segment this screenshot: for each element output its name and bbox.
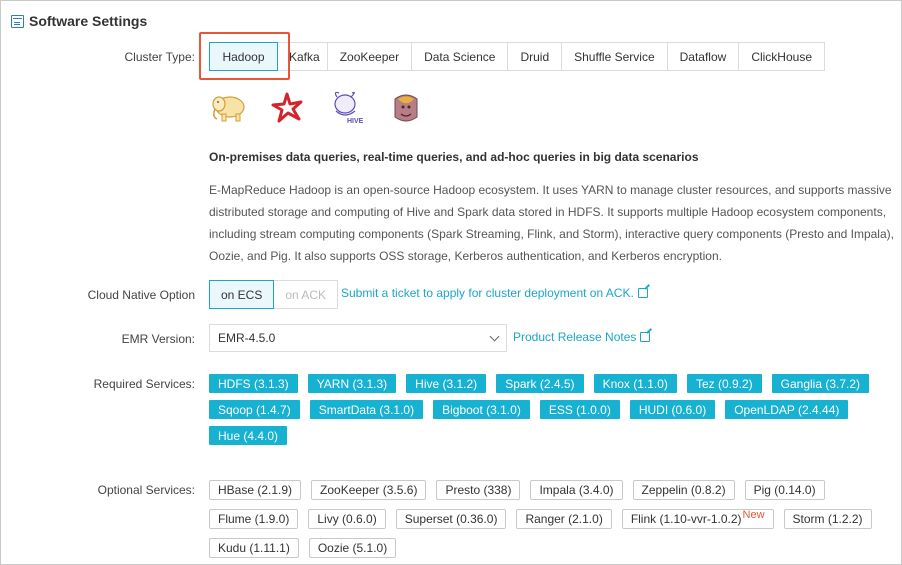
presto-logo: [394, 94, 418, 122]
external-link-icon: [640, 332, 651, 342]
optional-service-chip[interactable]: Flume (1.9.0): [209, 509, 299, 529]
required-services-label: Required Services:: [93, 377, 195, 391]
optional-service-label: Storm (1.2.2): [792, 512, 863, 526]
optional-service-label: Impala (3.4.0): [539, 483, 614, 497]
required-service-chip: Spark (2.4.5): [496, 374, 584, 393]
optional-service-label: Ranger (2.1.0): [525, 512, 603, 526]
option-on-ack[interactable]: on ACK: [274, 280, 339, 309]
cluster-type-label: Cluster Type:: [124, 50, 195, 64]
optional-service-chip[interactable]: Ranger (2.1.0): [516, 509, 612, 529]
cloud-native-toggle: on ECS on ACK: [209, 280, 339, 309]
optional-service-chip[interactable]: Flink (1.10-vvr-1.0.2) New: [621, 509, 774, 529]
optional-services-label: Optional Services:: [97, 483, 195, 497]
optional-service-label: Zeppelin (0.8.2): [641, 483, 726, 497]
required-service-chip: Knox (1.1.0): [593, 374, 677, 393]
optional-service-label: Superset (0.36.0): [404, 512, 498, 526]
submit-ticket-link[interactable]: Submit a ticket to apply for cluster dep…: [341, 286, 648, 300]
optional-service-chip[interactable]: Impala (3.4.0): [530, 480, 623, 500]
optional-service-chip[interactable]: Zeppelin (0.8.2): [632, 480, 735, 500]
required-service-chip: HUDI (0.6.0): [629, 400, 716, 419]
option-on-ecs[interactable]: on ECS: [209, 280, 275, 309]
release-notes-link[interactable]: Product Release Notes: [513, 330, 651, 344]
tab-druid[interactable]: Druid: [508, 42, 563, 71]
emr-version-label: EMR Version:: [121, 332, 195, 346]
required-service-chip: ESS (1.0.0): [539, 400, 620, 419]
hadoop-elephant-logo: [212, 96, 245, 122]
optional-services-list: HBase (2.1.9) ZooKeeper (3.5.6) Presto (33…: [209, 480, 899, 558]
required-service-chip: YARN (3.1.3): [307, 374, 397, 393]
optional-service-chip[interactable]: Storm (1.2.2): [783, 509, 872, 529]
tab-kafka[interactable]: Kafka: [278, 42, 328, 71]
tab-data-science[interactable]: Data Science: [412, 42, 509, 71]
optional-service-chip[interactable]: Pig (0.14.0): [744, 480, 825, 500]
optional-service-chip[interactable]: HBase (2.1.9): [209, 480, 302, 500]
required-service-chip: Ganglia (3.7.2): [771, 374, 870, 393]
svg-text:HIVE: HIVE: [347, 118, 364, 125]
optional-service-chip[interactable]: Oozie (5.1.0): [308, 538, 397, 558]
required-service-chip: OpenLDAP (2.4.44): [725, 400, 849, 419]
optional-service-label: HBase (2.1.9): [218, 483, 293, 497]
chevron-down-icon: [489, 331, 500, 341]
optional-service-label: Oozie (5.1.0): [317, 541, 388, 555]
required-service-chip: Hue (4.4.0): [209, 426, 288, 445]
required-service-chip: Tez (0.9.2): [686, 374, 762, 393]
optional-service-label: Flink (1.10-vvr-1.0.2): [630, 512, 742, 526]
section-header: Software Settings: [11, 13, 147, 29]
optional-service-label: Livy (0.6.0): [317, 512, 377, 526]
required-service-chip: SmartData (3.1.0): [309, 400, 424, 419]
tab-dataflow[interactable]: Dataflow: [667, 42, 740, 71]
tab-zookeeper[interactable]: ZooKeeper: [327, 42, 413, 71]
optional-service-chip[interactable]: Presto (338): [436, 480, 521, 500]
optional-service-chip[interactable]: ZooKeeper (3.5.6): [311, 480, 427, 500]
required-services-list: HDFS (3.1.3) YARN (3.1.3) Hive (3.1.2) Spar…: [209, 374, 899, 445]
cloud-native-label: Cloud Native Option: [87, 288, 195, 302]
cluster-type-tabs: Hadoop Kafka ZooKeeper Data Science Drui…: [209, 42, 825, 71]
section-title: Software Settings: [29, 13, 148, 29]
optional-service-chip[interactable]: Livy (0.6.0): [308, 509, 386, 529]
emr-version-value: EMR-4.5.0: [218, 331, 276, 345]
tab-hadoop[interactable]: Hadoop: [209, 42, 278, 71]
optional-service-chip[interactable]: Superset (0.36.0): [395, 509, 507, 529]
release-notes-link-text[interactable]: Product Release Notes: [513, 330, 636, 344]
tab-shuffle-service[interactable]: Shuffle Service: [562, 42, 668, 71]
optional-service-chip[interactable]: Kudu (1.11.1): [209, 538, 299, 558]
component-logos: HIVE: [209, 89, 425, 127]
cluster-description: E-MapReduce Hadoop is an open-source Had…: [209, 183, 894, 263]
optional-service-label: Flume (1.9.0): [218, 512, 290, 526]
new-badge: New: [742, 509, 765, 521]
emr-version-select[interactable]: EMR-4.5.0: [209, 324, 507, 352]
hive-bee-logo: HIVE: [334, 91, 364, 125]
tab-clickhouse[interactable]: ClickHouse: [739, 42, 825, 71]
required-service-chip: Hive (3.1.2): [406, 374, 487, 393]
required-service-chip: Bigboot (3.1.0): [433, 400, 530, 419]
required-service-chip: HDFS (3.1.3): [209, 374, 298, 393]
cluster-headline: On-premises data queries, real-time quer…: [209, 150, 699, 164]
optional-service-label: Pig (0.14.0): [753, 483, 816, 497]
optional-service-label: ZooKeeper (3.5.6): [320, 483, 418, 497]
optional-service-label: Presto (338): [445, 483, 512, 497]
optional-service-label: Kudu (1.11.1): [218, 541, 290, 555]
external-link-icon: [637, 288, 648, 298]
submit-ticket-link-text[interactable]: Submit a ticket to apply for cluster dep…: [341, 286, 634, 300]
settings-panel-icon: [11, 14, 24, 28]
required-service-chip: Sqoop (1.4.7): [209, 400, 300, 419]
spark-star-logo: [271, 92, 303, 123]
software-settings-panel: Software Settings Cluster Type: Hadoop K…: [0, 0, 902, 565]
